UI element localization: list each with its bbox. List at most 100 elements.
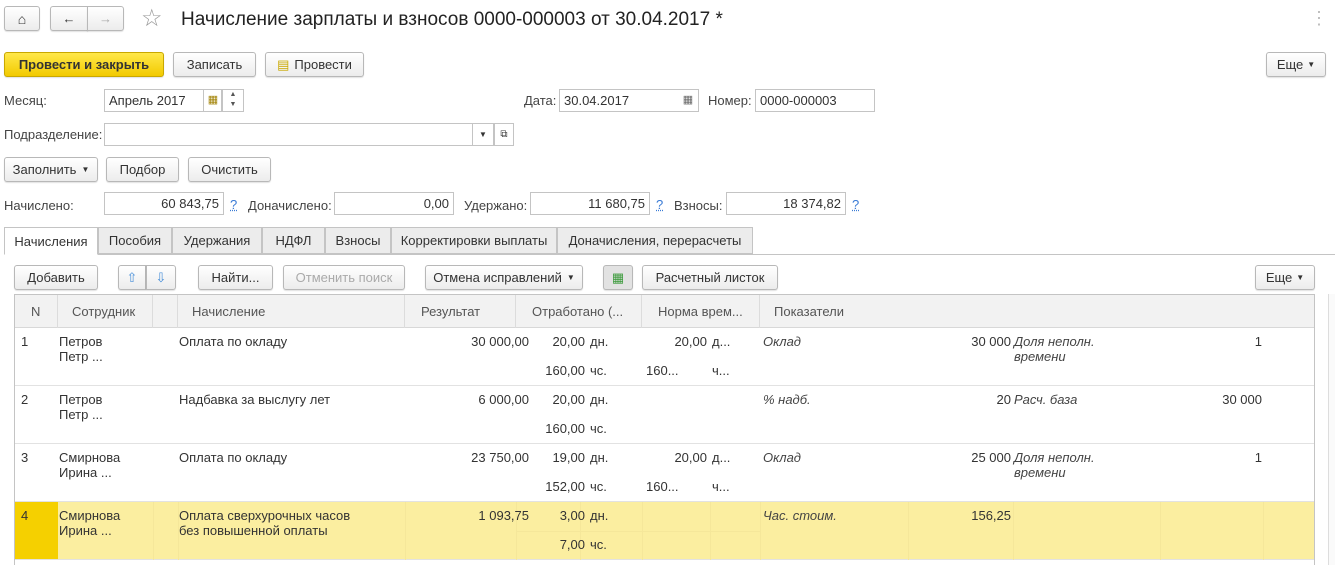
move-up-button[interactable]: ⇧ <box>118 265 146 290</box>
col-employee[interactable]: Сотрудник <box>58 295 153 328</box>
tab-payment-corrections[interactable]: Корректировки выплаты <box>391 227 557 254</box>
scrollbar[interactable] <box>1328 294 1335 565</box>
calendar-icon[interactable]: ▦ <box>203 89 223 112</box>
cell-divider <box>405 502 406 560</box>
dropdown-arrow-icon[interactable]: ▼ <box>472 123 494 146</box>
home-button[interactable]: ⌂ <box>4 6 40 31</box>
post-and-close-button[interactable]: Провести и закрыть <box>4 52 164 77</box>
cell-acc1: Оплата по окладу <box>179 334 288 349</box>
cell-wu1: дн. <box>590 508 609 523</box>
accrued-value: 60 843,75 <box>104 192 224 215</box>
tab-deductions[interactable]: Удержания <box>172 227 262 254</box>
month-stepper[interactable]: ▲ ▼ <box>222 89 244 112</box>
cell-p2a: Доля неполн. <box>1014 334 1095 349</box>
division-input[interactable] <box>104 123 494 146</box>
save-button[interactable]: Записать <box>173 52 256 77</box>
cell-w1: 19,00 <box>552 450 585 465</box>
forward-button[interactable]: → <box>87 6 124 31</box>
tab-accruals[interactable]: Начисления <box>4 227 98 255</box>
cell-emp1: Смирнова <box>59 508 121 523</box>
home-icon: ⌂ <box>17 10 27 27</box>
col-accrual[interactable]: Начисление <box>178 295 405 328</box>
arrow-right-icon: → <box>99 11 112 26</box>
tab-contributions[interactable]: Взносы <box>325 227 391 254</box>
clear-button[interactable]: Очистить <box>188 157 271 182</box>
cell-w1: 20,00 <box>552 392 585 407</box>
cancel-search-button[interactable]: Отменить поиск <box>283 265 405 290</box>
add-table-button[interactable]: ▦ <box>603 265 633 290</box>
cell-w1: 3,00 <box>559 508 585 523</box>
calendar-icon[interactable]: ▦ <box>678 90 698 111</box>
dropdown-arrow-icon: ▼ <box>566 273 575 282</box>
page-title: Начисление зарплаты и взносов 0000-00000… <box>181 9 723 30</box>
cell-wu1: дн. <box>590 334 609 349</box>
undo-fixes-button[interactable]: Отмена исправлений ▼ <box>425 265 583 290</box>
dropdown-arrow-icon: ▼ <box>1296 273 1305 282</box>
cell-nu1: д... <box>712 334 731 349</box>
arrow-left-icon: ← <box>62 11 76 26</box>
cell-p2b: времени <box>1014 349 1066 364</box>
cell-nu1: д... <box>712 450 731 465</box>
cell-emp2: Петр ... <box>59 349 103 364</box>
cell-p1: Час. стоим. <box>763 508 837 523</box>
table-row[interactable]: 1 Петров Петр ... Оплата по окладу 30 000,00… <box>15 328 1314 386</box>
more-button[interactable]: Еще ▼ <box>1266 52 1326 77</box>
cell-nu2: ч... <box>712 479 730 494</box>
cell-w2: 152,00 <box>545 479 585 494</box>
col-norm[interactable]: Норма врем... <box>642 295 760 328</box>
col-worked[interactable]: Отработано (... <box>516 295 642 328</box>
cell-w2: 7,00 <box>559 537 585 552</box>
tab-divider <box>4 254 1335 255</box>
cell-emp1: Петров <box>59 334 103 349</box>
add-button[interactable]: Добавить <box>14 265 98 290</box>
col-n[interactable]: N <box>15 295 58 328</box>
cell-result: 30 000,00 <box>471 334 529 349</box>
fill-button[interactable]: Заполнить ▼ <box>4 157 98 182</box>
tab-benefits[interactable]: Пособия <box>98 227 172 254</box>
payslip-button[interactable]: Расчетный листок <box>642 265 778 290</box>
post-button[interactable]: ▤ Провести <box>265 52 364 77</box>
cell-acc1: Надбавка за выслугу лет <box>179 392 331 407</box>
accrued-label: Начислено: <box>4 198 74 213</box>
col-result[interactable]: Результат <box>405 295 516 328</box>
col-blank[interactable] <box>153 295 178 328</box>
arrow-up-icon: ⇧ <box>126 269 138 285</box>
withheld-label: Удержано: <box>464 198 528 213</box>
move-down-button[interactable]: ⇩ <box>146 265 176 290</box>
window-menu-icon[interactable]: ⋮ <box>1306 6 1332 31</box>
cell-wu2: чс. <box>590 537 607 552</box>
pick-button[interactable]: Подбор <box>106 157 179 182</box>
tab-ndfl[interactable]: НДФЛ <box>262 227 325 254</box>
col-indicators[interactable]: Показатели <box>760 295 1314 328</box>
grid-more-button[interactable]: Еще ▼ <box>1255 265 1315 290</box>
extra-label: Доначислено: <box>248 198 332 213</box>
cell-pv1: 20 <box>996 392 1011 407</box>
cell-divider <box>1160 502 1161 560</box>
accrued-help-link[interactable]: ? <box>230 197 237 212</box>
cell-acc2: без повышенной оплаты <box>179 523 328 538</box>
tab-recalculations[interactable]: Доначисления, перерасчеты <box>557 227 753 254</box>
number-label: Номер: <box>708 93 752 108</box>
table-header: N Сотрудник Начисление Результат Отработ… <box>15 295 1314 328</box>
favorite-star-icon[interactable]: ☆ <box>141 4 163 33</box>
contrib-help-link[interactable]: ? <box>852 197 859 212</box>
contrib-label: Взносы: <box>674 198 723 213</box>
cell-w1: 20,00 <box>552 334 585 349</box>
find-button[interactable]: Найти... <box>198 265 273 290</box>
back-button[interactable]: ← <box>50 6 88 31</box>
cell-p1: Оклад <box>763 450 801 465</box>
withheld-help-link[interactable]: ? <box>656 197 663 212</box>
number-input[interactable]: 0000-000003 <box>755 89 875 112</box>
cell-wu1: дн. <box>590 392 609 407</box>
table-row[interactable]: 3 Смирнова Ирина ... Оплата по окладу 23 750… <box>15 444 1314 502</box>
cell-p2b: времени <box>1014 465 1066 480</box>
cell-divider <box>153 502 154 560</box>
table-row[interactable]: 2 Петров Петр ... Надбавка за выслугу лет 6 … <box>15 386 1314 444</box>
cell-n: 1 <box>21 334 29 349</box>
cell-emp2: Петр ... <box>59 407 103 422</box>
date-label: Дата: <box>524 93 557 108</box>
open-icon[interactable]: ⧉ <box>494 123 514 146</box>
table-row[interactable]: 4 Смирнова Ирина ... Оплата сверхурочных ча… <box>15 502 1314 560</box>
cell-w2: 160,00 <box>545 421 585 436</box>
cell-n1: 20,00 <box>674 450 707 465</box>
